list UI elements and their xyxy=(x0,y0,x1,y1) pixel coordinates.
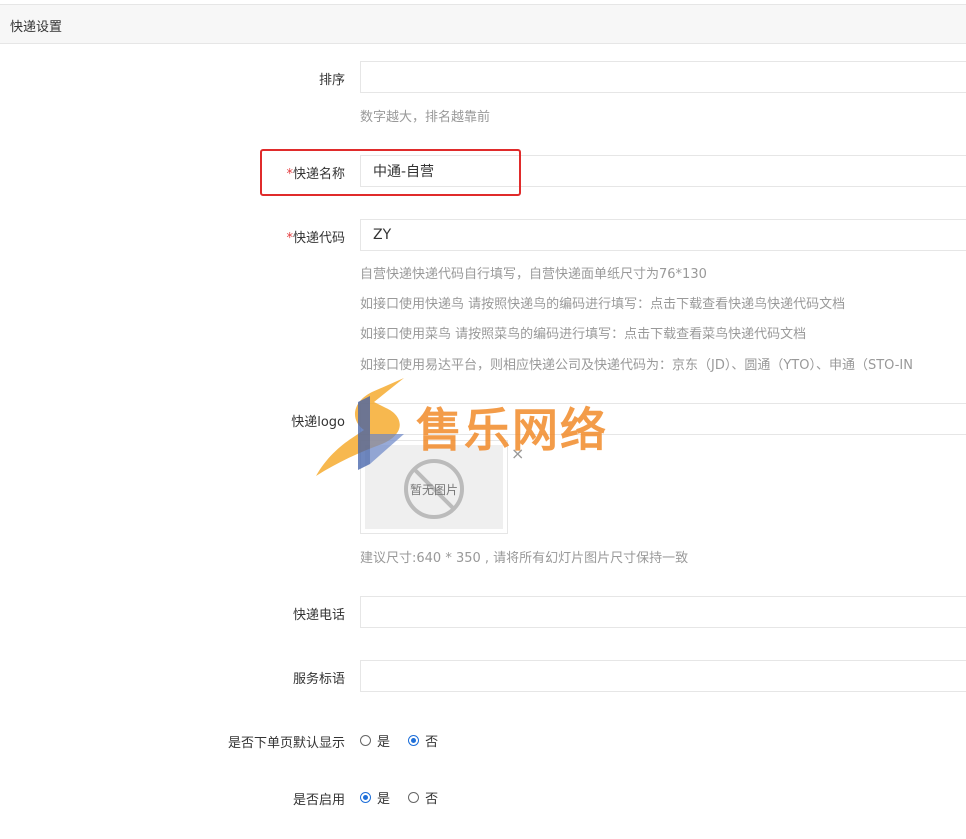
radio-icon xyxy=(408,792,420,803)
slogan-input[interactable] xyxy=(360,660,966,692)
enabled-radio-group: 是 否 xyxy=(360,788,452,807)
radio-checked-icon xyxy=(408,735,420,746)
sort-hint: 数字越大，排名越靠前 xyxy=(360,110,491,125)
code-hint-2: 如接口使用快递鸟 请按照快递鸟的编码进行填写：点击下载查看快递鸟快递代码文档 xyxy=(360,297,846,312)
phone-input[interactable] xyxy=(360,596,966,628)
close-icon[interactable]: × xyxy=(511,446,524,462)
no-image-text: 暂无图片 xyxy=(410,483,458,497)
enabled-yes[interactable]: 是 xyxy=(360,788,390,807)
default-show-label: 是否下单页默认显示 xyxy=(227,736,345,751)
slogan-label: 服务标语 xyxy=(292,672,345,687)
logo-label: 快递logo xyxy=(291,415,345,430)
code-label-text: 快递代码 xyxy=(292,231,345,246)
radio-icon xyxy=(360,735,371,746)
code-hint-4: 如接口使用易达平台，则相应快递公司及快递代码为：京东（JD）、圆通（YTO）、申… xyxy=(360,358,913,373)
panel-header: 快递设置 xyxy=(0,4,966,44)
no-image-icon: 暂无图片 xyxy=(404,459,464,519)
enabled-no[interactable]: 否 xyxy=(408,788,438,807)
logo-input[interactable] xyxy=(360,403,966,435)
default-show-yes[interactable]: 是 xyxy=(360,731,390,750)
code-hint-3: 如接口使用菜鸟 请按照菜鸟的编码进行填写：点击下载查看菜鸟快递代码文档 xyxy=(360,327,807,342)
logo-placeholder: 暂无图片 xyxy=(365,445,503,529)
code-hint-1: 自营快递快递代码自行填写，自营快递面单纸尺寸为76*130 xyxy=(360,267,707,282)
default-show-radio-group: 是 否 xyxy=(360,731,452,750)
panel-title: 快递设置 xyxy=(10,20,63,35)
code-label: *快递代码 xyxy=(286,227,345,246)
phone-label: 快递电话 xyxy=(292,608,345,623)
sort-label: 排序 xyxy=(318,73,345,88)
highlight-box xyxy=(260,149,521,196)
sort-input[interactable] xyxy=(360,61,966,93)
logo-hint: 建议尺寸:640 * 350 , 请将所有幻灯片图片尺寸保持一致 xyxy=(360,551,689,566)
default-show-no[interactable]: 否 xyxy=(408,731,438,750)
enabled-label: 是否启用 xyxy=(292,793,345,808)
logo-preview[interactable]: 暂无图片 xyxy=(360,440,508,534)
radio-checked-icon xyxy=(360,792,371,803)
express-settings-page: 快递设置 排序 数字越大，排名越靠前 *快递名称 *快递代码 自营快递快递代码自… xyxy=(0,0,966,839)
express-code-input[interactable] xyxy=(360,219,966,251)
